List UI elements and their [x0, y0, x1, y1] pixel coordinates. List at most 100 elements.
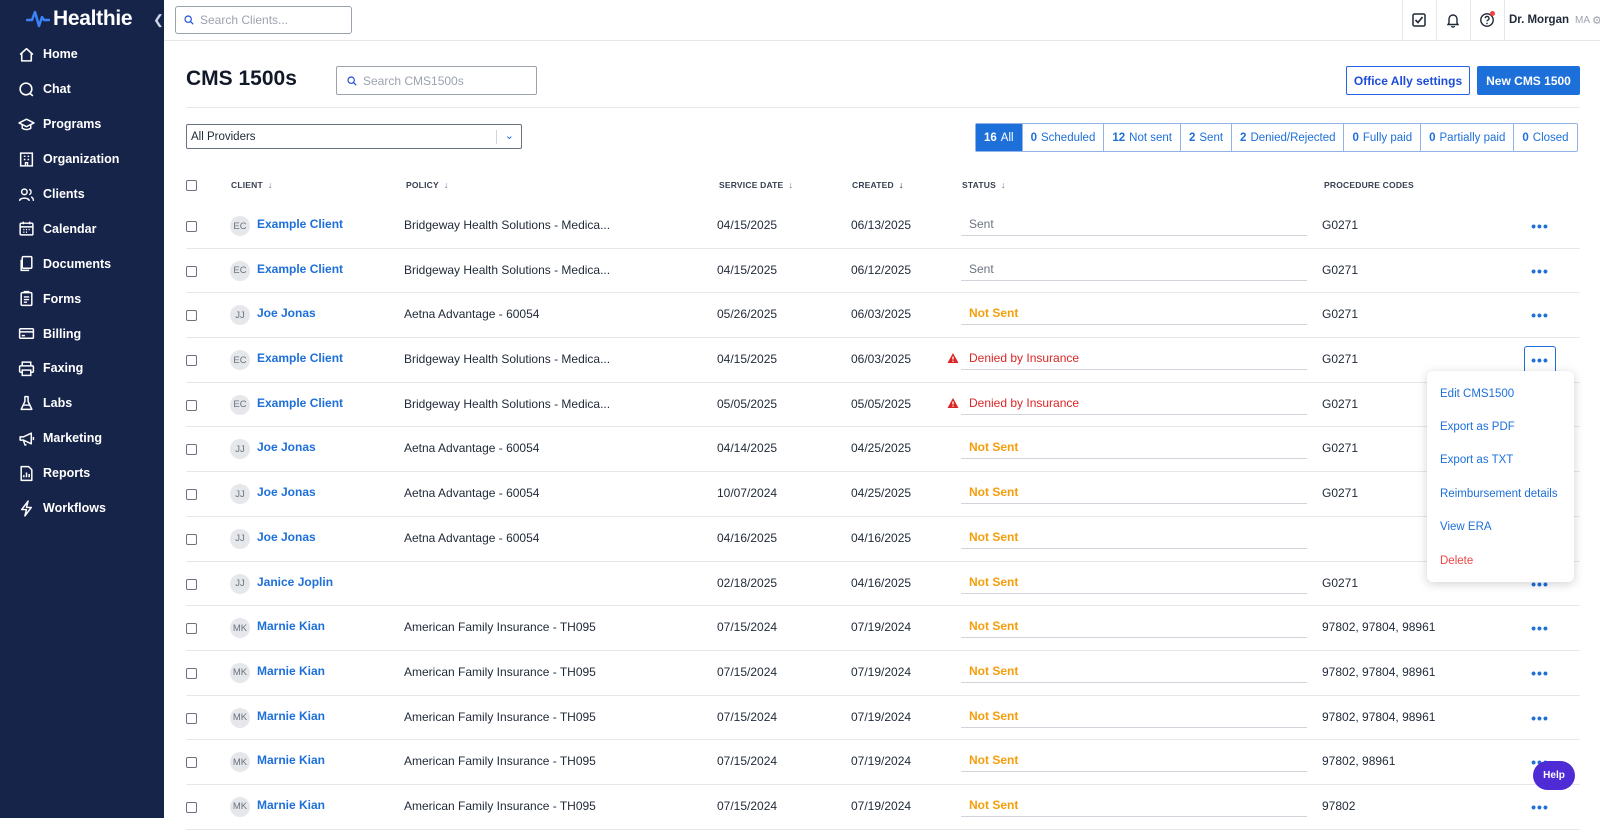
more-actions-icon[interactable]: ••• — [1524, 661, 1556, 685]
more-actions-icon[interactable]: ••• — [1524, 303, 1556, 327]
status-field[interactable]: Sent — [961, 256, 1307, 281]
provider-select[interactable]: All Providers ⌄ — [186, 124, 522, 149]
sidebar-item-home[interactable]: Home — [0, 37, 164, 72]
sidebar-item-workflows[interactable]: Workflows — [0, 491, 164, 526]
user-menu[interactable]: Dr. Morgan MA ⚙ — [1503, 0, 1600, 40]
row-checkbox[interactable] — [186, 712, 197, 724]
client-link[interactable]: Example Client — [257, 351, 343, 365]
menu-item-edit-cms1500[interactable]: Edit CMS1500 — [1427, 377, 1574, 410]
client-link[interactable]: Marnie Kian — [257, 753, 325, 767]
client-link[interactable]: Joe Jonas — [257, 440, 316, 454]
status-field[interactable]: Not Sent — [961, 792, 1307, 817]
gear-icon[interactable]: ⚙ — [1592, 14, 1600, 27]
status-field[interactable]: Denied by Insurance — [961, 345, 1307, 371]
menu-item-export-as-txt[interactable]: Export as TXT — [1427, 444, 1574, 477]
sidebar-item-labs[interactable]: Labs — [0, 386, 164, 421]
sidebar-item-documents[interactable]: Documents — [0, 246, 164, 281]
office-ally-settings-button[interactable]: Office Ally settings — [1346, 66, 1470, 95]
sidebar-item-organization[interactable]: Organization — [0, 142, 164, 177]
header-client[interactable]: CLIENT ↓ — [231, 180, 273, 190]
row-checkbox[interactable] — [186, 533, 197, 545]
sidebar-item-forms[interactable]: Forms — [0, 281, 164, 316]
filter-tab-closed[interactable]: 0 Closed — [1513, 124, 1576, 151]
row-checkbox[interactable] — [186, 444, 197, 456]
more-actions-icon[interactable]: ••• — [1524, 214, 1556, 238]
status-field[interactable]: Not Sent — [961, 658, 1307, 683]
sidebar-item-chat[interactable]: Chat — [0, 72, 164, 107]
tasks-button[interactable] — [1401, 0, 1436, 40]
row-checkbox[interactable] — [186, 623, 197, 635]
more-actions-icon[interactable]: ••• — [1524, 259, 1556, 283]
client-link[interactable]: Joe Jonas — [257, 530, 316, 544]
client-link[interactable]: Marnie Kian — [257, 709, 325, 723]
menu-item-delete[interactable]: Delete — [1427, 544, 1574, 577]
row-checkbox[interactable] — [186, 757, 197, 769]
chevron-left-icon[interactable]: ❮ — [153, 12, 164, 28]
row-checkbox[interactable] — [186, 265, 197, 277]
client-link[interactable]: Example Client — [257, 396, 343, 410]
filter-tab-not-sent[interactable]: 12 Not sent — [1103, 124, 1180, 151]
more-actions-icon[interactable]: ••• — [1524, 795, 1556, 819]
header-service-date[interactable]: SERVICE DATE ↓ — [719, 180, 793, 190]
sidebar-item-marketing[interactable]: Marketing — [0, 421, 164, 456]
menu-item-view-era[interactable]: View ERA — [1427, 511, 1574, 544]
client-link[interactable]: Joe Jonas — [257, 306, 316, 320]
status-field[interactable]: Not Sent — [961, 613, 1307, 639]
select-all-checkbox[interactable] — [186, 180, 197, 191]
status-field[interactable]: Not Sent — [961, 747, 1307, 773]
new-cms1500-button[interactable]: New CMS 1500 — [1477, 66, 1580, 95]
client-link[interactable]: Marnie Kian — [257, 798, 325, 812]
client-link[interactable]: Joe Jonas — [257, 485, 316, 499]
cms-search-box[interactable] — [336, 66, 537, 95]
row-checkbox[interactable] — [186, 310, 197, 322]
client-link[interactable]: Marnie Kian — [257, 619, 325, 633]
healthie-logo[interactable]: Healthie — [26, 6, 133, 32]
filter-tab-sent[interactable]: 2 Sent — [1179, 124, 1231, 151]
notifications-button[interactable] — [1435, 0, 1470, 40]
sidebar-item-clients[interactable]: Clients — [0, 177, 164, 212]
sidebar-item-reports[interactable]: Reports — [0, 456, 164, 491]
status-field[interactable]: Not Sent — [961, 434, 1307, 460]
row-checkbox[interactable] — [186, 578, 197, 590]
row-checkbox[interactable] — [186, 221, 197, 232]
sidebar-item-faxing[interactable]: Faxing — [0, 351, 164, 386]
table-row: MK Marnie Kian American Family Insurance -… — [186, 606, 1580, 651]
menu-item-export-as-pdf[interactable]: Export as PDF — [1427, 410, 1574, 443]
more-actions-icon[interactable]: ••• — [1524, 706, 1556, 730]
sidebar-item-programs[interactable]: Programs — [0, 107, 164, 142]
client-search-box[interactable] — [175, 6, 352, 34]
status-field[interactable]: Not Sent — [961, 703, 1307, 728]
row-checkbox[interactable] — [186, 399, 197, 411]
filter-tab-partially-paid[interactable]: 0 Partially paid — [1420, 124, 1513, 151]
menu-item-reimbursement-details[interactable]: Reimbursement details — [1427, 477, 1574, 510]
filter-tab-scheduled[interactable]: 0 Scheduled — [1021, 124, 1104, 151]
status-field[interactable]: Not Sent — [961, 524, 1307, 549]
sidebar-item-billing[interactable]: Billing — [0, 316, 164, 351]
client-link[interactable]: Example Client — [257, 217, 343, 231]
status-field[interactable]: Not Sent — [961, 300, 1307, 326]
row-checkbox[interactable] — [186, 489, 197, 501]
filter-tab-denied-rejected[interactable]: 2 Denied/Rejected — [1231, 124, 1343, 151]
status-field[interactable]: Not Sent — [961, 479, 1307, 505]
status-field[interactable]: Sent — [961, 211, 1307, 236]
client-search-input[interactable] — [200, 13, 340, 27]
filter-tab-all[interactable]: 16 All — [976, 124, 1022, 151]
row-checkbox[interactable] — [186, 355, 197, 367]
row-checkbox[interactable] — [186, 801, 197, 813]
client-link[interactable]: Example Client — [257, 262, 343, 276]
sidebar-item-calendar[interactable]: Calendar — [0, 211, 164, 246]
row-checkbox[interactable] — [186, 667, 197, 679]
more-actions-icon[interactable]: ••• — [1524, 616, 1556, 640]
filter-tab-fully-paid[interactable]: 0 Fully paid — [1343, 124, 1420, 151]
header-policy[interactable]: POLICY ↓ — [406, 180, 449, 190]
help-button[interactable]: Help — [1533, 761, 1575, 790]
client-link[interactable]: Marnie Kian — [257, 664, 325, 678]
cms-search-input[interactable] — [363, 73, 503, 88]
client-link[interactable]: Janice Joplin — [257, 575, 333, 589]
status-field[interactable]: Denied by Insurance — [961, 390, 1307, 415]
header-created[interactable]: CREATED ↓ — [852, 180, 904, 190]
status-field[interactable]: Not Sent — [961, 569, 1307, 594]
more-actions-icon[interactable]: ••• — [1524, 346, 1556, 375]
help-center-button[interactable] — [1469, 0, 1504, 40]
header-status[interactable]: STATUS ↓ — [962, 180, 1006, 190]
